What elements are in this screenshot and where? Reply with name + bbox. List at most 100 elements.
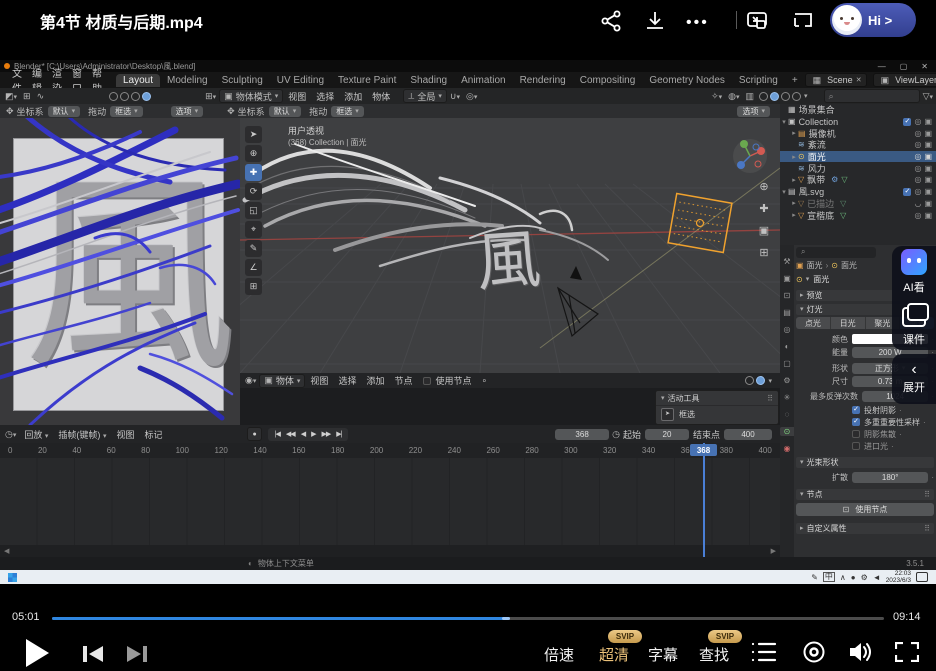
- next-keyframe-button[interactable]: ▶▶: [321, 430, 330, 438]
- measure-tool[interactable]: ∠: [245, 259, 262, 276]
- record-button[interactable]: ●: [247, 427, 261, 441]
- outliner-row-camera[interactable]: ▸▤ 摄像机 ◎▣: [780, 127, 936, 139]
- proportional-edit-icon[interactable]: ◎▾: [466, 91, 477, 102]
- rotate-tool[interactable]: ⟳: [245, 183, 262, 200]
- mic-tray-icon[interactable]: ●: [851, 573, 856, 582]
- workspace-scripting[interactable]: Scripting: [732, 74, 785, 87]
- outliner-search-input[interactable]: ⌕: [824, 89, 920, 103]
- workspace-uvediting[interactable]: UV Editing: [270, 74, 331, 87]
- outliner-row-collection[interactable]: ▾▣ Collection ✓◎▣: [780, 116, 936, 128]
- jump-start-button[interactable]: |◀: [275, 430, 280, 438]
- fullscreen-icon[interactable]: [895, 642, 919, 662]
- quality-button[interactable]: 超清: [599, 644, 629, 665]
- next-episode-button[interactable]: [126, 645, 148, 663]
- cursor-tool[interactable]: ⊕: [245, 145, 262, 162]
- render-visibility-icon[interactable]: ▣: [924, 164, 932, 173]
- vp-wireframe-icon[interactable]: [759, 92, 768, 101]
- viewport-menu-add[interactable]: 添加: [344, 90, 362, 103]
- shader-editor-type-icon[interactable]: ◉▾: [245, 375, 256, 386]
- svg-collection-checkbox[interactable]: ✓: [903, 188, 911, 196]
- eye-closed-icon[interactable]: ◡: [914, 199, 921, 208]
- light-data-tab-icon[interactable]: ⊙: [780, 427, 794, 436]
- timeline-editor-type-icon[interactable]: ◷▾: [5, 429, 16, 440]
- render-visibility-icon[interactable]: ▣: [924, 187, 932, 196]
- scale-tool[interactable]: ◱: [245, 202, 262, 219]
- outliner-row-scene-collection[interactable]: ▦ 场景集合: [780, 104, 936, 116]
- minimize-button[interactable]: —: [878, 62, 886, 71]
- shader-target-dropdown[interactable]: ▣ 物体▾: [259, 374, 305, 388]
- play-button[interactable]: ▶: [311, 430, 315, 438]
- properties-search-input[interactable]: ⌕: [796, 247, 876, 258]
- left-snap-icon[interactable]: ∿: [37, 91, 45, 102]
- find-button[interactable]: 查找: [699, 644, 729, 665]
- outliner-row-ribbon[interactable]: ▸▽ 飘带 ⚙ ▽ ◎▣: [780, 174, 936, 186]
- material-tab-icon[interactable]: ◉: [780, 444, 794, 453]
- play-reverse-button[interactable]: ◀: [301, 430, 305, 438]
- use-nodes-toggle[interactable]: ✓ 使用节点: [423, 374, 471, 387]
- vp-rendered-icon[interactable]: [792, 92, 801, 101]
- timeline-menu-marker[interactable]: 标记: [144, 428, 162, 441]
- workspace-compositing[interactable]: Compositing: [573, 74, 643, 87]
- navigation-gizmo[interactable]: [732, 138, 768, 174]
- courseware-label[interactable]: 课件: [903, 331, 925, 347]
- ai-view-icon[interactable]: [901, 249, 927, 275]
- drag-setting-value-2[interactable]: 框选▾: [331, 106, 364, 117]
- end-frame-field[interactable]: 400: [724, 429, 772, 440]
- viewport-editor-type-icon[interactable]: ⊞▾: [205, 91, 216, 102]
- drag-setting-value[interactable]: 框选▾: [110, 106, 143, 117]
- left-shading-group[interactable]: [107, 92, 151, 101]
- left-options-dropdown[interactable]: 选项▾: [171, 106, 204, 117]
- viewlayer-tab-icon[interactable]: ▤: [780, 308, 794, 317]
- taskbar-clock[interactable]: 22:03 2023/6/3: [886, 570, 911, 584]
- world-tab-icon[interactable]: ◐: [780, 342, 794, 351]
- share-icon[interactable]: [598, 8, 624, 34]
- outliner-row-wind[interactable]: ≋ 风力 ◎▣: [780, 162, 936, 174]
- output-tab-icon[interactable]: ⊡: [780, 291, 794, 300]
- pen-tray-icon[interactable]: ✎: [811, 573, 818, 582]
- subtitles-button[interactable]: 字幕: [648, 644, 678, 665]
- render-tab-icon[interactable]: ▣: [780, 274, 794, 283]
- workspace-geometrynodes[interactable]: Geometry Nodes: [642, 74, 732, 87]
- render-visibility-icon[interactable]: ▣: [924, 129, 932, 138]
- progress-handle[interactable]: [502, 617, 510, 620]
- render-preview-viewport[interactable]: 風: [0, 118, 240, 425]
- eye-icon[interactable]: ◎: [914, 129, 921, 138]
- timeline-canvas[interactable]: [0, 458, 780, 557]
- outliner-row-base-curve[interactable]: ▸▽ 宣楷底 ▽ ◎▣: [780, 209, 936, 221]
- workspace-animation[interactable]: Animation: [454, 74, 512, 87]
- annotate-tool[interactable]: ✎: [245, 240, 262, 257]
- cast-icon[interactable]: [790, 8, 816, 34]
- rendered-shading-icon[interactable]: [142, 92, 151, 101]
- more-options-icon[interactable]: •••: [686, 14, 712, 40]
- outliner-row-stroke-curve[interactable]: ▸▽ 已描边 ▽ ◡▣: [780, 198, 936, 210]
- xray-icon[interactable]: ▥: [746, 91, 755, 102]
- target-icon[interactable]: [802, 640, 826, 664]
- volume-tray-icon[interactable]: ◄: [873, 573, 881, 582]
- shader-menu-node[interactable]: 节点: [394, 374, 412, 387]
- outliner-row-arealight[interactable]: ▸⊙ 面光 ◎▣: [780, 151, 936, 163]
- camera-view-icon[interactable]: ▣: [756, 224, 772, 240]
- orientation-setting-value[interactable]: 默认▾: [48, 106, 81, 117]
- vp-solid-icon[interactable]: [770, 92, 779, 101]
- start-button[interactable]: [8, 573, 17, 582]
- collapse-chevron-icon[interactable]: ‹: [911, 363, 916, 377]
- shader-menu-add[interactable]: 添加: [366, 374, 384, 387]
- material-shading-icon[interactable]: [131, 92, 140, 101]
- object-mode-dropdown[interactable]: ▣ 物体模式 ▾: [219, 89, 283, 103]
- move-tool[interactable]: ✚: [245, 164, 262, 181]
- viewport-options-dropdown[interactable]: 选项▾: [737, 106, 770, 117]
- left-editor-type-icon[interactable]: ◩▾: [5, 91, 17, 102]
- timeline-menu-keying[interactable]: 插帧(键帧) ▾: [58, 428, 106, 441]
- shader-menu-select[interactable]: 选择: [338, 374, 356, 387]
- outliner-row-turbulence[interactable]: ≋ 紊流 ◎▣: [780, 139, 936, 151]
- beam-panel-header[interactable]: ▾光束形状: [796, 456, 934, 468]
- workspace-rendering[interactable]: Rendering: [513, 74, 573, 87]
- viewlayer-selector[interactable]: ▣ ViewLayer: [873, 73, 936, 87]
- eye-icon[interactable]: ◎: [914, 117, 921, 126]
- zoom-icon[interactable]: ⊕: [756, 180, 772, 196]
- orientation-setting-value-2[interactable]: 默认▾: [269, 106, 302, 117]
- snapping-magnet-icon[interactable]: ∪▾: [450, 91, 460, 102]
- download-icon[interactable]: [642, 8, 668, 34]
- render-visibility-icon[interactable]: ▣: [924, 211, 932, 220]
- ortho-toggle-icon[interactable]: ⊞: [756, 246, 772, 262]
